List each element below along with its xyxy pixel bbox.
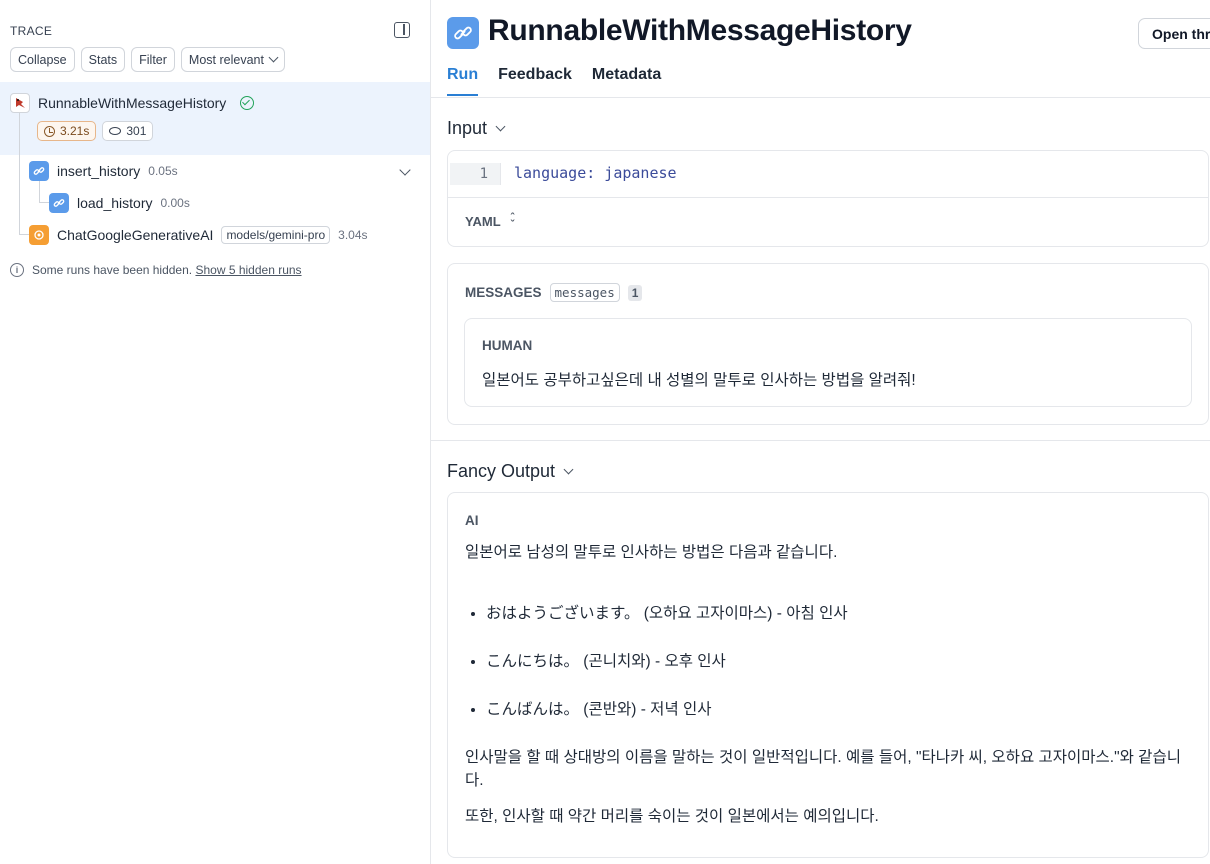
root-run-name: RunnableWithMessageHistory: [38, 95, 227, 111]
code-line: language: japanese: [514, 164, 677, 182]
messages-header: MESSAGES messages 1: [465, 283, 643, 302]
tab-feedback[interactable]: Feedback: [498, 66, 572, 96]
trace-header: TRACE: [10, 24, 53, 38]
tree-connector: [39, 181, 40, 203]
format-label: YAML: [465, 214, 501, 229]
node-duration: 0.00s: [160, 196, 190, 210]
run-detail-panel: RunnableWithMessageHistory Open thread R…: [431, 0, 1210, 864]
latency-value: 3.21s: [60, 124, 90, 138]
output-card: AI 일본어로 남성의 말투로 인사하는 방법은 다음과 같습니다. おはようご…: [447, 492, 1209, 858]
tree-connector: [19, 234, 29, 235]
link-icon: [447, 17, 479, 49]
panel-toggle-icon[interactable]: [394, 22, 410, 38]
input-section-toggle[interactable]: Input: [447, 118, 506, 139]
chevron-down-icon[interactable]: [399, 164, 411, 176]
human-message: HUMAN 일본어도 공부하고싶은데 내 성별의 말투로 인사하는 방법을 알려…: [464, 318, 1192, 407]
node-duration: 3.04s: [338, 228, 368, 242]
sort-dropdown[interactable]: Most relevant: [180, 47, 285, 72]
stats-button[interactable]: Stats: [80, 47, 126, 72]
tree-connector: [19, 155, 20, 171]
token-value: 301: [126, 124, 147, 138]
messages-count-badge: 1: [627, 284, 643, 301]
code-editor[interactable]: 1 language: japanese: [448, 151, 1208, 198]
ai-message-body: 일본어로 남성의 말투로 인사하는 방법은 다음과 같습니다. おはようございま…: [465, 541, 1195, 828]
show-hidden-runs-link[interactable]: Show 5 hidden runs: [195, 263, 301, 277]
output-intro: 일본어로 남성의 말투로 인사하는 방법은 다음과 같습니다.: [465, 544, 838, 561]
input-heading: Input: [447, 118, 488, 138]
link-icon: [29, 161, 49, 181]
node-name: insert_history: [57, 163, 141, 179]
hidden-runs-text: Some runs have been hidden.: [32, 263, 193, 277]
message-role: AI: [465, 513, 479, 528]
message-role: HUMAN: [482, 338, 533, 353]
up-down-icon: ˆˇ: [510, 211, 515, 231]
format-selector[interactable]: YAML ˆˇ: [465, 211, 515, 231]
info-icon: i: [10, 263, 24, 277]
collapse-button[interactable]: Collapse: [10, 47, 75, 72]
open-thread-button[interactable]: Open thread: [1138, 18, 1210, 49]
list-item: おはようございます。 (오하요 고자이마스) - 아침 인사: [486, 602, 1195, 625]
node-name: load_history: [77, 195, 153, 211]
hidden-runs-note: i Some runs have been hidden. Show 5 hid…: [10, 263, 302, 277]
model-tag: models/gemini-pro: [221, 226, 331, 244]
tree-connector: [39, 202, 49, 203]
sort-dropdown-label: Most relevant: [188, 52, 264, 67]
run-tabs: Run Feedback Metadata: [447, 66, 661, 96]
node-name: ChatGoogleGenerativeAI: [57, 227, 214, 243]
success-check-icon: [240, 96, 255, 110]
output-paragraph: 또한, 인사할 때 약간 머리를 숙이는 것이 일본에서는 예의입니다.: [465, 808, 879, 825]
trace-node-load-history[interactable]: load_history 0.00s: [49, 193, 190, 213]
trace-node-chat-google[interactable]: ChatGoogleGenerativeAI models/gemini-pro…: [29, 225, 368, 245]
section-divider: [431, 440, 1210, 441]
message-text: 일본어도 공부하고싶은데 내 성별의 말투로 인사하는 방법을 알려줘!: [482, 372, 916, 389]
messages-key-tag: messages: [549, 283, 620, 302]
clock-icon: [44, 125, 55, 137]
token-icon: [109, 127, 122, 135]
messages-label: MESSAGES: [465, 285, 542, 300]
link-icon: [49, 193, 69, 213]
tabs-divider: [431, 97, 1210, 98]
chevron-down-icon: [563, 464, 574, 475]
tab-metadata[interactable]: Metadata: [592, 66, 661, 96]
chevron-down-icon: [495, 121, 506, 132]
output-section-toggle[interactable]: Fancy Output: [447, 461, 574, 482]
trace-panel: TRACE Collapse Stats Filter Most relevan…: [0, 0, 431, 864]
node-duration: 0.05s: [148, 164, 178, 178]
root-run-stats: 3.21s 301: [37, 121, 154, 141]
filter-button[interactable]: Filter: [131, 47, 175, 72]
line-number: 1: [450, 163, 501, 185]
latency-badge: 3.21s: [37, 121, 97, 141]
list-item: こんにちは。 (곤니치와) - 오후 인사: [486, 650, 1195, 673]
output-paragraph: 인사말을 할 때 상대방의 이름을 말하는 것이 일반적입니다. 예를 들어, …: [465, 749, 1181, 789]
page-title: RunnableWithMessageHistory: [488, 14, 912, 47]
trace-toolbar: Collapse Stats Filter Most relevant: [10, 47, 285, 72]
llm-icon: [29, 225, 49, 245]
trace-root-node[interactable]: RunnableWithMessageHistory: [10, 93, 255, 113]
output-heading: Fancy Output: [447, 461, 556, 481]
list-item: こんばんは。 (콘반와) - 저녁 인사: [486, 698, 1195, 721]
token-badge: 301: [102, 121, 154, 141]
messages-card: MESSAGES messages 1 HUMAN 일본어도 공부하고싶은데 내…: [447, 263, 1209, 425]
greeting-list: おはようございます。 (오하요 고자이마스) - 아침 인사 こんにちは。 (곤…: [465, 602, 1195, 721]
trace-node-insert-history[interactable]: insert_history 0.05s: [29, 161, 178, 181]
tree-connector: [19, 113, 20, 235]
parrot-icon: [10, 93, 30, 113]
chevron-down-icon: [268, 52, 279, 63]
tab-run[interactable]: Run: [447, 66, 479, 96]
input-card: 1 language: japanese YAML ˆˇ: [447, 150, 1209, 247]
